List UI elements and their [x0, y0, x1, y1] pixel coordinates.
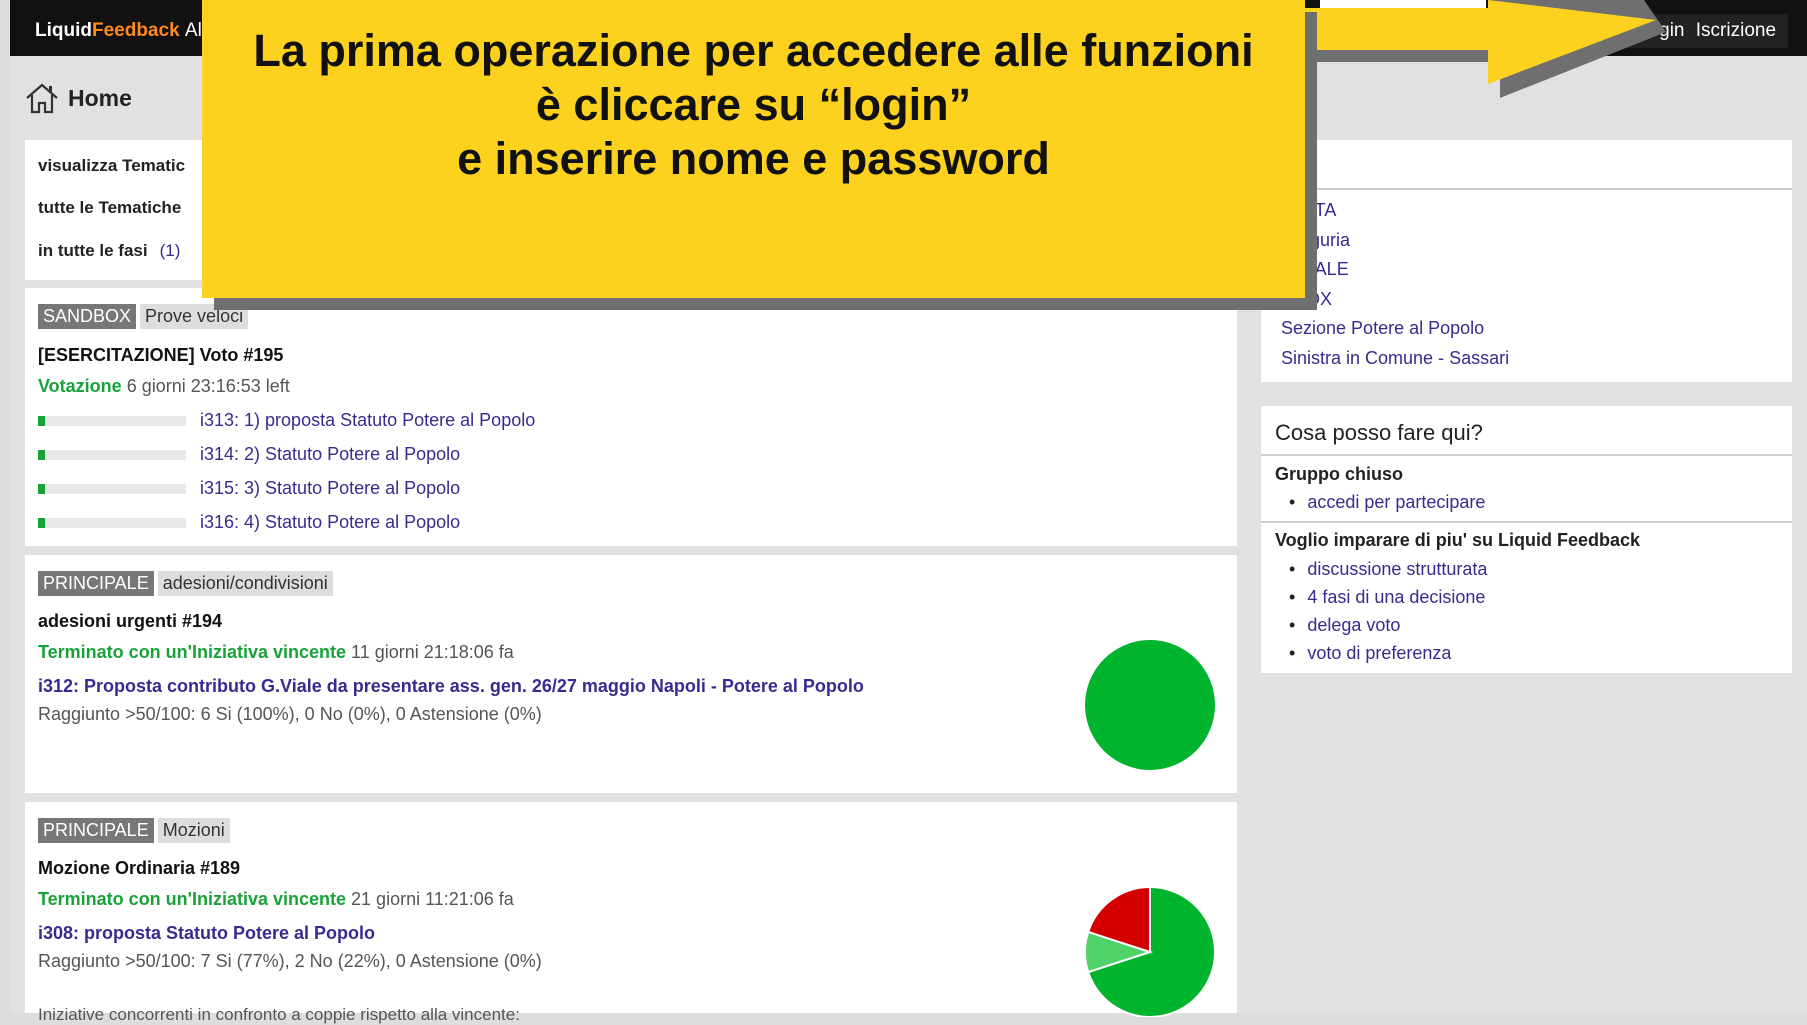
issue-card: SANDBOX Prove veloci [ESERCITAZIONE] Voto…	[25, 288, 1237, 546]
filter-phase-label: in tutte le fasi	[38, 241, 148, 260]
filter-phase[interactable]: in tutte le fasi (1)	[38, 241, 180, 261]
unit-link[interactable]: Sezione Potere al Popolo	[1281, 318, 1484, 339]
help-title: Cosa posso fare qui?	[1275, 420, 1483, 445]
help-link[interactable]: discussione strutturata	[1289, 559, 1487, 580]
page-title: Home	[68, 84, 132, 111]
issue-tags: SANDBOX Prove veloci	[38, 304, 252, 329]
issue-status: Terminato con un'Iniziativa vincente 11 …	[38, 642, 514, 663]
initiative-link[interactable]: i316: 4) Statuto Potere al Popolo	[200, 512, 460, 533]
initiative-link[interactable]: i315: 3) Statuto Potere al Popolo	[200, 478, 460, 499]
brand-feedback: Feedback	[91, 20, 180, 41]
callout-text: La prima operazione per accedere alle fu…	[202, 24, 1305, 186]
callout-line: e inserire nome e password	[457, 133, 1050, 184]
arrow-icon	[1294, 0, 1666, 98]
support-bar-fill	[38, 517, 46, 528]
competing-initiatives-note: Iniziative concorrenti in confronto a co…	[38, 1005, 520, 1024]
learn-heading: Voglio imparare di piu' su Liquid Feedba…	[1275, 530, 1641, 550]
issue-card: PRINCIPALE Mozioni Mozione Ordinaria #189…	[25, 802, 1237, 1024]
filter-topics[interactable]: tutte le Tematiche	[38, 198, 181, 218]
issue-title[interactable]: [ESERCITAZIONE] Voto #195	[38, 345, 283, 366]
divider	[1261, 521, 1792, 523]
status-label: Votazione	[38, 376, 122, 396]
status-label: Terminato con un'Iniziativa vincente	[38, 642, 347, 662]
issue-title[interactable]: adesioni urgenti #194	[38, 611, 222, 632]
initiative-row: i315: 3) Statuto Potere al Popolo	[38, 478, 460, 499]
area-tag[interactable]: SANDBOX	[38, 304, 137, 329]
support-bar-fill	[38, 483, 46, 494]
area-tag[interactable]: PRINCIPALE	[38, 818, 154, 843]
register-link[interactable]: Iscrizione	[1696, 20, 1776, 41]
group-heading: Gruppo chiuso	[1275, 464, 1403, 484]
callout-line: La prima operazione per accedere alle fu…	[253, 25, 1254, 76]
support-bar	[38, 449, 186, 460]
status-time: 6 giorni 23:16:53 left	[126, 376, 290, 396]
unit-link[interactable]: Sinistra in Comune - Sassari	[1281, 348, 1509, 369]
status-time: 21 giorni 11:21:06 fa	[351, 889, 514, 909]
winner-initiative-link[interactable]: i312: Proposta contributo G.Viale da pre…	[38, 676, 864, 697]
area-tag[interactable]: PRINCIPALE	[38, 571, 154, 596]
units-panel: oni SULTA a Liguria ICIPALE DBOX Sezione…	[1261, 140, 1792, 382]
vote-result: Raggiunto >50/100: 6 Si (100%), 0 No (0%…	[38, 704, 542, 724]
support-bar	[38, 517, 186, 528]
divider	[1261, 454, 1792, 456]
issue-status: Votazione 6 giorni 23:16:53 left	[38, 376, 290, 397]
initiative-row: i313: 1) proposta Statuto Potere al Popo…	[38, 410, 535, 431]
support-bar-fill	[38, 415, 46, 426]
filter-unit[interactable]: visualizza Tematic	[38, 156, 185, 176]
issue-card: PRINCIPALE adesioni/condivisioni adesioni…	[25, 555, 1237, 793]
pie-slice-yes	[1085, 640, 1215, 770]
policy-tag[interactable]: Prove veloci	[140, 304, 249, 329]
brand-liquid: Liquid	[35, 20, 92, 41]
tutorial-callout: La prima operazione per accedere alle fu…	[202, 0, 1305, 298]
vote-result: Raggiunto >50/100: 7 Si (77%), 2 No (22%…	[38, 951, 542, 971]
help-link[interactable]: accedi per partecipare	[1289, 492, 1485, 513]
vote-pie-chart	[1085, 640, 1215, 770]
breadcrumb: Home	[24, 80, 132, 116]
issue-title[interactable]: Mozione Ordinaria #189	[38, 858, 240, 879]
support-bar	[38, 483, 186, 494]
help-link[interactable]: delega voto	[1289, 615, 1400, 636]
help-link[interactable]: voto di preferenza	[1289, 643, 1451, 664]
divider	[1261, 188, 1792, 190]
winner-initiative-link[interactable]: i308: proposta Statuto Potere al Popolo	[38, 923, 375, 944]
initiative-row: i316: 4) Statuto Potere al Popolo	[38, 512, 460, 533]
filter-phase-count: (1)	[159, 241, 181, 260]
issue-tags: PRINCIPALE Mozioni	[38, 818, 234, 843]
home-icon[interactable]	[24, 81, 60, 115]
brand-logo[interactable]: LiquidFeedback Altr	[35, 20, 213, 42]
help-link[interactable]: 4 fasi di una decisione	[1289, 587, 1485, 608]
initiative-row: i314: 2) Statuto Potere al Popolo	[38, 444, 460, 465]
initiative-link[interactable]: i313: 1) proposta Statuto Potere al Popo…	[200, 410, 535, 431]
support-bar-fill	[38, 449, 46, 460]
help-panel: Cosa posso fare qui? Gruppo chiuso acced…	[1261, 406, 1792, 673]
policy-tag[interactable]: adesioni/condivisioni	[157, 571, 333, 596]
status-time: 11 giorni 21:18:06 fa	[351, 642, 514, 662]
support-bar	[38, 415, 186, 426]
status-label: Terminato con un'Iniziativa vincente	[38, 889, 347, 909]
policy-tag[interactable]: Mozioni	[157, 818, 230, 843]
initiative-link[interactable]: i314: 2) Statuto Potere al Popolo	[200, 444, 460, 465]
issue-tags: PRINCIPALE adesioni/condivisioni	[38, 571, 337, 596]
issue-status: Terminato con un'Iniziativa vincente 21 …	[38, 889, 514, 910]
vote-pie-chart	[1085, 887, 1215, 1017]
callout-line: è cliccare su “login”	[535, 79, 972, 130]
